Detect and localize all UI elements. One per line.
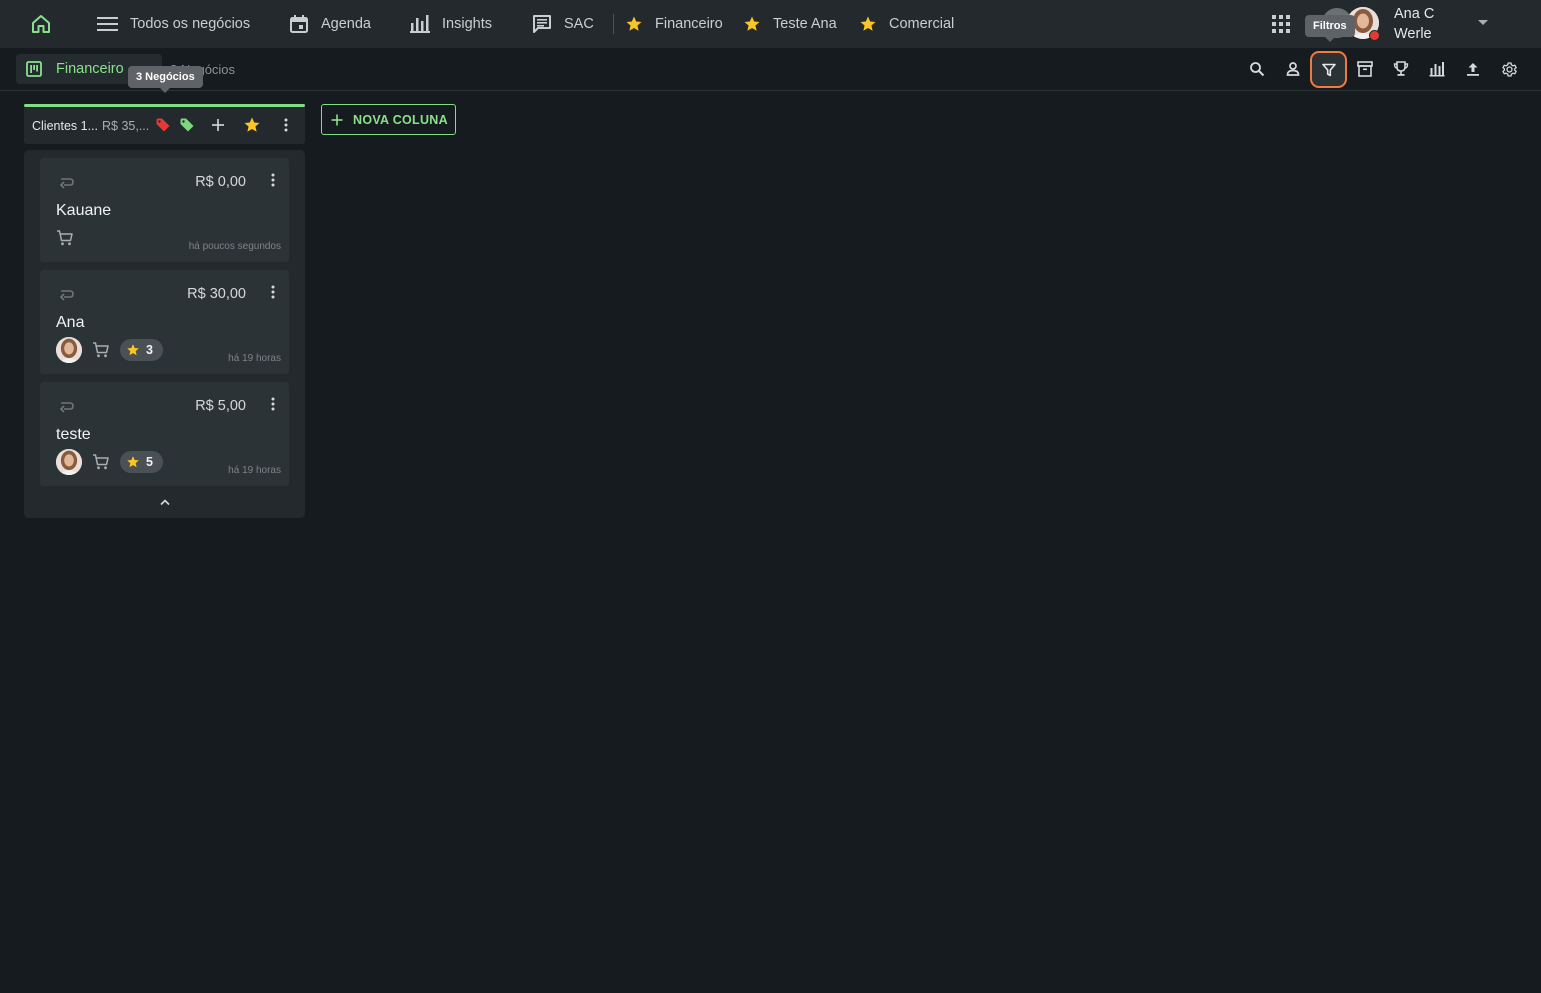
add-card-icon[interactable] [208,115,228,135]
filter-button[interactable] [1310,51,1347,88]
tag-green-icon[interactable] [177,115,197,135]
more-vertical-icon[interactable] [271,173,275,187]
more-vertical-icon[interactable] [271,285,275,299]
deal-timestamp: há 19 horas [228,353,281,364]
more-vertical-icon[interactable] [271,397,275,411]
link-icon [58,175,76,189]
bar-chart-icon[interactable] [1425,57,1449,81]
nav-item-financeiro[interactable]: Financeiro [625,0,723,48]
nav-item-agenda[interactable]: Agenda [289,0,371,48]
chevron-up-icon[interactable] [159,498,171,506]
search-icon[interactable] [1245,57,1269,81]
deal-timestamp: há 19 horas [228,465,281,476]
deal-value: R$ 30,00 [187,286,246,302]
deal-name: Kauane [56,202,112,219]
column-count-tooltip: 3 Negócios [128,66,203,93]
owner-avatar[interactable] [56,449,82,475]
nav-item-label: Comercial [889,16,955,32]
nav-item-label: Agenda [321,16,371,32]
cart-icon [56,229,74,247]
apps-grid-icon[interactable] [1270,13,1292,35]
bar-chart-icon [410,15,430,33]
nav-item-insights[interactable]: Insights [410,0,492,48]
status-dot [1369,30,1380,41]
star-icon [127,344,139,356]
menu-icon [97,17,118,31]
nav-divider [613,14,614,34]
deal-name: teste [56,426,91,443]
rating-value: 5 [146,455,153,469]
person-icon[interactable] [1281,57,1305,81]
nav-item-sac[interactable]: SAC [532,0,594,48]
deal-name: Ana [56,314,85,331]
deal-footer: 5 [56,449,163,475]
column-header: Clientes 1... R$ 35,... [24,107,305,144]
filter-tooltip: Filtros [1305,15,1355,42]
rating-badge: 5 [120,451,163,473]
trophy-icon[interactable] [1389,57,1413,81]
user-name[interactable]: Ana C Werle [1394,4,1434,44]
nav-item-comercial[interactable]: Comercial [859,0,954,48]
archive-icon[interactable] [1353,57,1377,81]
deal-value: R$ 5,00 [195,398,246,414]
link-icon [58,287,76,301]
tab-label: Financeiro [56,61,124,77]
upload-icon[interactable] [1461,57,1485,81]
deal-timestamp: há poucos segundos [188,241,281,252]
nav-item-label: Teste Ana [773,16,837,32]
star-icon [860,16,876,31]
rating-badge: 3 [120,339,163,361]
column-body: R$ 0,00 Kauane há poucos segundos R$ 30,… [24,150,305,518]
filter-icon [1321,63,1336,76]
rating-value: 3 [146,343,153,357]
cart-icon [92,453,110,471]
deal-footer [56,225,84,251]
star-icon [626,16,642,31]
owner-avatar[interactable] [56,337,82,363]
link-icon [58,399,76,413]
column-title[interactable]: Clientes 1... [32,119,98,133]
nav-item-label: Insights [442,16,492,32]
nav-item-todos-negocios[interactable]: Todos os negócios [97,0,250,48]
nav-item-teste-ana[interactable]: Teste Ana [743,0,837,48]
deal-card[interactable]: R$ 5,00 teste 5 há 19 horas [40,382,289,486]
deal-value: R$ 0,00 [195,174,246,190]
nav-item-label: SAC [564,16,594,32]
chat-icon [533,15,551,33]
star-icon[interactable] [242,115,262,135]
deal-card[interactable]: R$ 30,00 Ana 3 há 19 horas [40,270,289,374]
star-icon [744,16,760,31]
nav-item-label: Financeiro [655,16,723,32]
deal-card[interactable]: R$ 0,00 Kauane há poucos segundos [40,158,289,262]
new-column-label: NOVA COLUNA [353,112,448,127]
settings-icon[interactable] [1497,57,1521,81]
home-icon[interactable] [29,12,53,36]
more-vertical-icon[interactable] [276,115,296,135]
chevron-down-icon[interactable] [1477,18,1489,28]
nav-item-label: Todos os negócios [130,16,251,32]
deal-footer: 3 [56,337,163,363]
new-column-button[interactable]: NOVA COLUNA [321,104,456,135]
tag-red-icon[interactable] [153,115,173,135]
plus-icon [331,114,343,125]
star-icon [127,456,139,468]
cart-icon [92,341,110,359]
column-total-value: R$ 35,... [102,119,150,133]
board-icon [26,61,42,77]
calendar-icon [290,15,308,33]
